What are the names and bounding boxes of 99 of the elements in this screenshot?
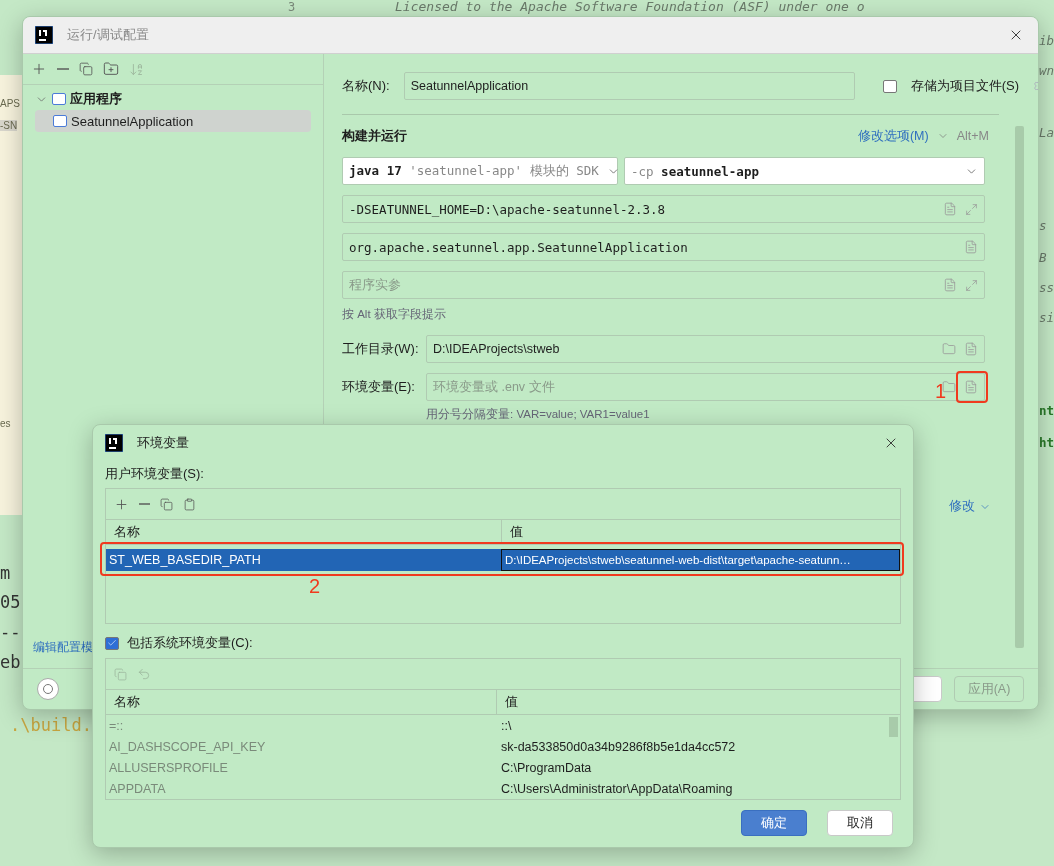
dialog-title: 运行/调试配置 [67,26,149,44]
application-icon [53,115,67,127]
console-text: eb [0,652,21,672]
minus-icon [139,503,150,505]
check-icon [107,638,117,648]
working-dir-label: 工作目录(W): [342,340,418,358]
table-cell-text: C:\Users\Administrator\AppData\Roaming [500,780,734,798]
annotation-number: 2 [309,575,321,598]
table-cell-text: =:: [108,717,125,735]
expand-icon[interactable] [965,278,978,292]
new-folder-button[interactable] [103,61,119,77]
copy-icon [160,497,173,511]
expand-list-icon[interactable] [964,342,978,356]
table-cell-text: ::\ [500,717,513,735]
highlight-frame [956,371,988,403]
dialog-title: 环境变量 [137,434,189,452]
undo-icon [137,667,151,681]
console-text: 05 [0,592,21,612]
app-logo-icon [105,434,123,452]
expand-list-icon[interactable] [943,278,957,292]
table-cell-text: C:\ProgramData [500,759,593,777]
section-title: 构建并运行 [342,127,407,145]
copy-icon [114,667,127,681]
expand-icon[interactable] [965,202,978,216]
console-text: -- [0,622,21,642]
help-button[interactable] [37,678,59,700]
shortcut-hint: Alt+M [956,129,989,143]
code-comment: Licensed to the Apache Software Foundation (ASF) under one o [395,0,865,14]
name-label: 名称(N): [342,77,390,95]
folder-icon[interactable] [942,342,956,356]
plus-icon [31,61,47,77]
code-text: ht [1039,435,1054,450]
clipboard-icon [183,497,196,511]
classpath-dropdown[interactable]: -cp seatunnel-app [624,157,985,185]
copy-button[interactable] [160,497,173,511]
plus-icon [114,496,129,512]
sort-button[interactable] [129,61,144,77]
checkbox[interactable] [882,79,897,93]
column-header: 名称 [113,523,141,541]
env-vars-field[interactable]: 环境变量或 .env 文件 1 [426,373,985,401]
checkbox[interactable] [105,636,119,650]
project-tree-item[interactable]: es [0,415,11,430]
project-tree-item[interactable]: APS [0,95,20,110]
working-dir-field[interactable]: D:\IDEAProjects\stweb [426,335,985,363]
main-class-field[interactable]: org.apache.seatunnel.app.SeatunnelApplication [342,233,985,261]
field-hint: 按 Alt 获取字段提示 [342,307,446,322]
expand-list-icon[interactable] [964,380,978,394]
edit-templates-link[interactable]: 编辑配置模 [33,640,93,654]
folder-plus-icon [103,61,119,77]
table-cell-text: ST_WEB_BASEDIR_PATH [108,552,262,569]
code-text: La [1039,125,1054,140]
column-header: 值 [501,520,900,544]
copy-icon [79,62,93,76]
table-cell-text: ALLUSERSPROFILE [108,759,229,777]
copy-button[interactable] [114,667,127,681]
include-system-label: 包括系统环境变量(C): [127,634,253,652]
ok-button[interactable]: 确定 [741,810,807,836]
tree-item[interactable]: SeatunnelApplication [35,110,311,132]
table-cell-text: AI_DASHSCOPE_API_KEY [108,738,267,756]
undo-button[interactable] [137,667,151,681]
name-field[interactable]: SeatunnelApplication [403,72,855,100]
paste-button[interactable] [183,497,196,511]
table-cell-text: APPDATA [108,780,167,798]
code-text: B [1039,250,1047,265]
app-logo-icon [35,26,53,44]
console-command: .\build. [10,715,92,735]
code-text: nt [1039,403,1054,418]
code-text: wn [1039,63,1054,78]
cancel-button[interactable]: 取消 [827,810,893,836]
add-button[interactable] [114,496,129,512]
add-button[interactable] [31,61,47,77]
vm-options-field[interactable]: -DSEATUNNEL_HOME=D:\apache-seatunnel-2.3.8 [342,195,985,223]
sdk-dropdown[interactable]: java 17 'seatunnel-app' 模块的 SDK [342,157,618,185]
column-header: 名称 [113,693,141,711]
expand-list-icon[interactable] [943,202,957,216]
code-text: si [1039,310,1054,325]
column-header: 值 [496,690,900,714]
expand-list-icon[interactable] [964,240,978,254]
code-text: ss [1039,280,1054,295]
sort-icon [129,61,144,77]
modify-options-link[interactable]: 修改选项(M) [857,127,929,145]
env-vars-label: 环境变量(E): [342,378,416,396]
table-cell: D:\IDEAProjects\stweb\seatunnel-web-dist\target\apache-seatunn… [501,549,900,571]
copy-button[interactable] [79,62,93,76]
annotation-number: 1 [934,380,946,403]
env-vars-hint: 用分号分隔变量: VAR=value; VAR1=value1 [426,407,650,422]
table-row[interactable]: ST_WEB_BASEDIR_PATH D:\IDEAProjects\stweb\seatunnel-web-dist\target\apache-seatunn… [106,549,900,571]
application-icon [52,93,66,105]
project-tree-item[interactable]: -SN [0,117,18,132]
modify-link[interactable]: 修改 [949,498,975,515]
table-cell-text: sk-da533850d0a34b9286f8b5e1da4cc572 [500,738,737,756]
console-text: m [0,563,11,583]
code-text: ib [1039,33,1054,48]
tree-group-label[interactable]: 应用程序 [70,90,122,108]
user-vars-label: 用户环境变量(S): [105,466,204,481]
line-number: 3 [288,0,296,14]
store-as-file-label: 存储为项目文件(S) [910,77,1019,95]
minus-icon [57,68,69,70]
code-text: s [1039,218,1047,233]
